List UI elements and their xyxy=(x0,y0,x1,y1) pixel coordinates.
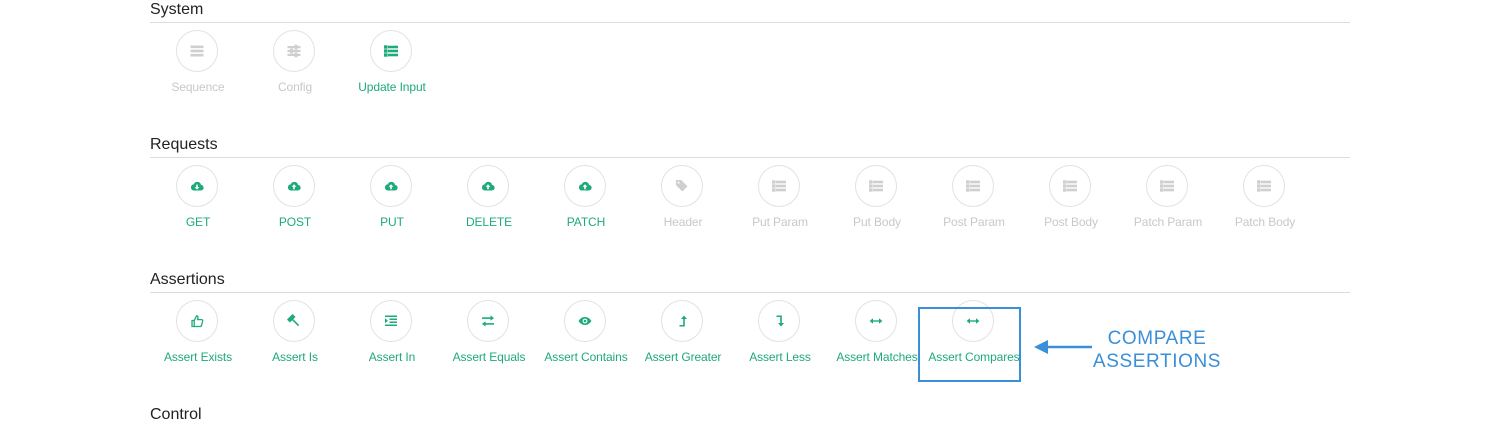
block-patch-param[interactable]: Patch Param xyxy=(1120,165,1216,249)
block-patch-body[interactable]: Patch Body xyxy=(1217,165,1313,249)
block-assert-greater[interactable]: Assert Greater xyxy=(635,300,731,384)
block-icon-circle[interactable] xyxy=(176,300,218,342)
tags-icon xyxy=(675,179,689,193)
bullet-list-icon xyxy=(966,179,980,193)
thumbs-up-icon xyxy=(190,314,204,328)
block-update-input[interactable]: Update Input xyxy=(344,30,440,114)
section-title: System xyxy=(150,1,204,18)
block-icon-circle[interactable] xyxy=(661,165,703,207)
callout-line-2: ASSERTIONS xyxy=(1092,351,1222,372)
block-icon-circle[interactable] xyxy=(855,165,897,207)
block-icon-circle[interactable] xyxy=(370,165,412,207)
section-divider xyxy=(150,22,1350,23)
block-assert-matches[interactable]: Assert Matches xyxy=(829,300,925,384)
section-requests: Requests GET POST PUT DELETE PATCH Header Put P… xyxy=(150,135,1350,229)
block-delete[interactable]: DELETE xyxy=(441,165,537,249)
section-divider xyxy=(150,157,1350,158)
block-icon-circle[interactable] xyxy=(273,300,315,342)
arrows-h-icon xyxy=(869,314,883,328)
assert-compares-highlight-box xyxy=(918,307,1021,382)
bullet-list-icon xyxy=(772,179,786,193)
block-icon-circle[interactable] xyxy=(1049,165,1091,207)
block-label: Patch Body xyxy=(1234,215,1296,229)
block-icon-circle[interactable] xyxy=(467,300,509,342)
section-title: Assertions xyxy=(150,271,225,288)
cloud-download-icon xyxy=(190,179,204,193)
callout-label: COMPARE ASSERTIONS xyxy=(1092,327,1222,373)
block-icon-circle[interactable] xyxy=(564,165,606,207)
block-icon-circle[interactable] xyxy=(661,300,703,342)
block-icon-circle[interactable] xyxy=(370,300,412,342)
block-assert-is[interactable]: Assert Is xyxy=(247,300,343,384)
block-assert-contains[interactable]: Assert Contains xyxy=(538,300,634,384)
cloud-upload-icon xyxy=(481,179,495,193)
block-patch[interactable]: PATCH xyxy=(538,165,634,249)
cloud-upload-icon xyxy=(384,179,398,193)
block-label: Update Input xyxy=(358,80,426,94)
section-title: Control xyxy=(150,406,202,423)
block-assert-equals[interactable]: Assert Equals xyxy=(441,300,537,384)
bullet-list-icon xyxy=(869,179,883,193)
block-assert-in[interactable]: Assert In xyxy=(344,300,440,384)
bullet-list-icon xyxy=(384,44,398,58)
block-icon-circle[interactable] xyxy=(370,30,412,72)
section-divider xyxy=(150,292,1350,293)
block-icon-circle[interactable] xyxy=(855,300,897,342)
block-get[interactable]: GET xyxy=(150,165,246,249)
block-post-param[interactable]: Post Param xyxy=(926,165,1022,249)
section-items: GET POST PUT DELETE PATCH Header Put Param Put … xyxy=(150,165,1350,249)
gavel-icon xyxy=(287,314,301,328)
block-icon-circle[interactable] xyxy=(467,165,509,207)
indent-icon xyxy=(384,314,398,328)
block-put-body[interactable]: Put Body xyxy=(829,165,925,249)
block-put[interactable]: PUT xyxy=(344,165,440,249)
section-items: Sequence Config Update Input xyxy=(150,30,1350,114)
sliders-icon xyxy=(287,44,301,58)
block-icon-circle[interactable] xyxy=(564,300,606,342)
block-icon-circle[interactable] xyxy=(1146,165,1188,207)
block-icon-circle[interactable] xyxy=(758,300,800,342)
list-icon xyxy=(190,44,204,58)
block-icon-circle[interactable] xyxy=(176,165,218,207)
callout-arrow-icon xyxy=(1034,340,1092,354)
exchange-icon xyxy=(481,314,495,328)
block-icon-circle[interactable] xyxy=(1243,165,1285,207)
level-up-icon xyxy=(675,314,689,328)
block-icon-circle[interactable] xyxy=(273,165,315,207)
section-control: Control xyxy=(150,405,1350,425)
section-title: Requests xyxy=(150,136,218,153)
block-icon-circle[interactable] xyxy=(952,165,994,207)
bullet-list-icon xyxy=(1063,179,1077,193)
callout-line-1: COMPARE xyxy=(1107,328,1207,349)
bullet-list-icon xyxy=(1160,179,1174,193)
cloud-upload-icon xyxy=(578,179,592,193)
section-assertions: Assertions Assert Exists Assert Is Assert I… xyxy=(150,270,1350,364)
block-icon-circle[interactable] xyxy=(758,165,800,207)
block-assert-less[interactable]: Assert Less xyxy=(732,300,828,384)
section-system: System Sequence Config Update Input xyxy=(150,0,1350,94)
block-post-body[interactable]: Post Body xyxy=(1023,165,1119,249)
block-header[interactable]: Header xyxy=(635,165,731,249)
bullet-list-icon xyxy=(1257,179,1271,193)
level-down-icon xyxy=(772,314,786,328)
block-sequence[interactable]: Sequence xyxy=(150,30,246,114)
cloud-upload-icon xyxy=(287,179,301,193)
block-put-param[interactable]: Put Param xyxy=(732,165,828,249)
block-post[interactable]: POST xyxy=(247,165,343,249)
block-icon-circle[interactable] xyxy=(273,30,315,72)
block-icon-circle[interactable] xyxy=(176,30,218,72)
block-config[interactable]: Config xyxy=(247,30,343,114)
eye-icon xyxy=(578,314,592,328)
block-assert-exists[interactable]: Assert Exists xyxy=(150,300,246,384)
